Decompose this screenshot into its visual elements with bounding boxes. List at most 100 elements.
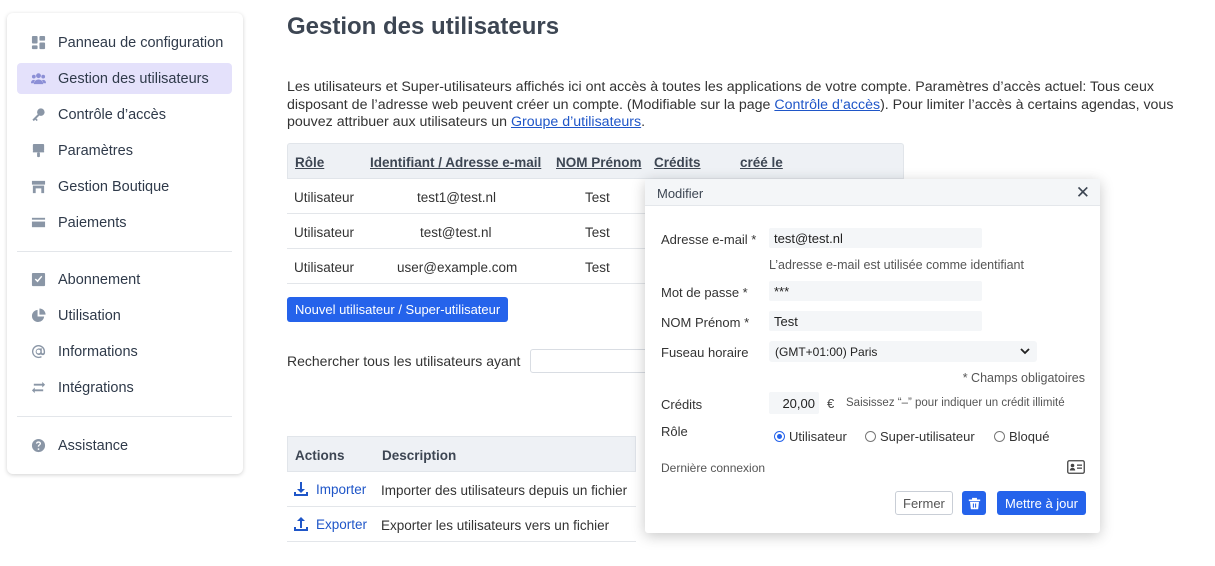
name-label: NOM Prénom * [661,315,750,330]
sidebar-item-dashboard[interactable]: Panneau de configuration [17,27,232,58]
edit-user-modal: Modifier ✕ Adresse e-mail * test@test.nl… [645,179,1100,533]
pie-chart-icon [31,308,46,323]
sidebar-item-label: Gestion Boutique [58,178,170,195]
page-title: Gestion des utilisateurs [287,13,560,40]
sidebar-item-subscription[interactable]: Abonnement [17,264,232,295]
role-radio-superuser[interactable]: Super-utilisateur [865,429,975,444]
column-header-email[interactable]: Identifiant / Adresse e-mail [370,155,541,170]
at-icon [31,344,46,359]
import-link[interactable]: Importer [293,481,366,497]
sidebar-item-assistance[interactable]: Assistance [17,430,232,461]
id-card-icon[interactable] [1067,460,1085,474]
credits-field[interactable]: 20,00 [769,392,819,414]
search-input[interactable] [530,349,650,373]
intro-part: . [641,114,646,130]
sidebar: Panneau de configuration Gestion des uti… [7,13,243,474]
sidebar-item-label: Informations [58,343,138,360]
required-note: * Champs obligatoires [962,371,1085,385]
sidebar-item-shop[interactable]: Gestion Boutique [17,171,232,202]
cell-email: test1@test.nl [417,190,496,205]
users-table-header: Rôle Identifiant / Adresse e-mail NOM Pr… [287,143,904,179]
cell-role: Utilisateur [294,190,355,205]
user-group-link[interactable]: Groupe d’utilisateurs [511,114,641,130]
brush-icon [31,143,46,158]
column-header-role[interactable]: Rôle [295,155,324,170]
new-user-button[interactable]: Nouvel utilisateur / Super-utilisateur [287,297,509,322]
credits-label: Crédits [661,397,703,412]
actions-table-header: Actions Description [287,436,636,472]
column-header-credits[interactable]: Crédits [654,155,701,170]
credits-help: Saisissez “–” pour indiquer un crédit il… [846,397,1065,409]
cell-email: user@example.com [397,260,518,275]
timezone-value: (GMT+01:00) Paris [775,344,878,359]
close-icon[interactable]: ✕ [1076,183,1090,203]
email-label: Adresse e-mail * [661,232,757,247]
users-icon [31,71,46,86]
sidebar-item-usage[interactable]: Utilisation [17,300,232,331]
delete-button[interactable] [962,491,986,515]
role-option-label: Bloqué [1009,429,1050,444]
email-field[interactable]: test@test.nl [769,228,982,248]
export-label: Exporter [316,516,368,532]
trash-icon [968,497,980,509]
table-row: Exporter Exporter les utilisateurs vers … [287,507,636,542]
sidebar-item-users[interactable]: Gestion des utilisateurs [17,63,232,94]
name-field[interactable]: Test [769,311,982,331]
import-label: Importer [316,481,367,497]
intro-text: Les utilisateurs et Super-utilisateurs a… [287,79,1187,132]
sidebar-item-payments[interactable]: Paiements [17,207,232,238]
close-button[interactable]: Fermer [895,491,953,515]
role-radio-user[interactable]: Utilisateur [774,429,847,444]
sidebar-item-label: Assistance [58,437,129,454]
timezone-label: Fuseau horaire [661,345,749,360]
sidebar-item-label: Abonnement [58,271,141,288]
cell-role: Utilisateur [294,225,355,240]
access-control-link[interactable]: Contrôle d’accès [774,97,880,113]
password-label: Mot de passe * [661,285,748,300]
sidebar-item-access-control[interactable]: Contrôle d’accès [17,99,232,130]
email-help: L’adresse e-mail est utilisée comme iden… [769,258,1024,272]
search-label: Rechercher tous les utilisateurs ayant [287,353,521,369]
role-radio-blocked[interactable]: Bloqué [994,429,1049,444]
role-label: Rôle [661,424,688,439]
role-option-label: Super-utilisateur [880,429,975,444]
cell-role: Utilisateur [294,260,355,275]
role-option-label: Utilisateur [789,429,847,444]
sidebar-item-label: Panneau de configuration [58,34,224,51]
upload-icon [294,517,308,531]
sidebar-item-informations[interactable]: Informations [17,336,232,367]
table-row: Importer Importer des utilisateurs depui… [287,472,636,507]
column-header-actions: Actions [295,448,345,463]
sidebar-item-integrations[interactable]: Intégrations [17,372,232,403]
password-field[interactable]: *** [769,281,982,301]
sidebar-divider [17,416,232,417]
key-icon [31,107,46,122]
sidebar-item-label: Gestion des utilisateurs [58,70,209,87]
last-login-label: Dernière connexion [661,461,766,475]
modal-title: Modifier [657,186,704,201]
sidebar-item-label: Paiements [58,214,127,231]
cell-name: Test [585,225,610,240]
radio-dot [865,431,876,442]
column-header-created[interactable]: créé le [740,155,783,170]
cell-name: Test [585,260,610,275]
cell-name: Test [585,190,610,205]
column-header-name[interactable]: NOM Prénom [556,155,642,170]
timezone-select[interactable]: (GMT+01:00) Paris [769,341,1037,362]
import-description: Importer des utilisateurs depuis un fich… [381,483,628,498]
sidebar-item-settings[interactable]: Paramètres [17,135,232,166]
chevron-down-icon [1020,348,1030,355]
radio-dot [994,431,1005,442]
sidebar-item-label: Contrôle d’accès [58,106,166,123]
export-link[interactable]: Exporter [293,516,367,532]
modal-header: Modifier ✕ [645,179,1100,206]
cell-email: test@test.nl [420,225,492,240]
help-icon [31,438,46,453]
sidebar-item-label: Utilisation [58,307,121,324]
sidebar-divider [17,251,232,252]
radio-dot [774,431,785,442]
update-button[interactable]: Mettre à jour [997,491,1086,515]
swap-icon [31,380,46,395]
sidebar-item-label: Paramètres [58,142,133,159]
actions-table: Actions Description Importer Importer de… [287,436,636,542]
